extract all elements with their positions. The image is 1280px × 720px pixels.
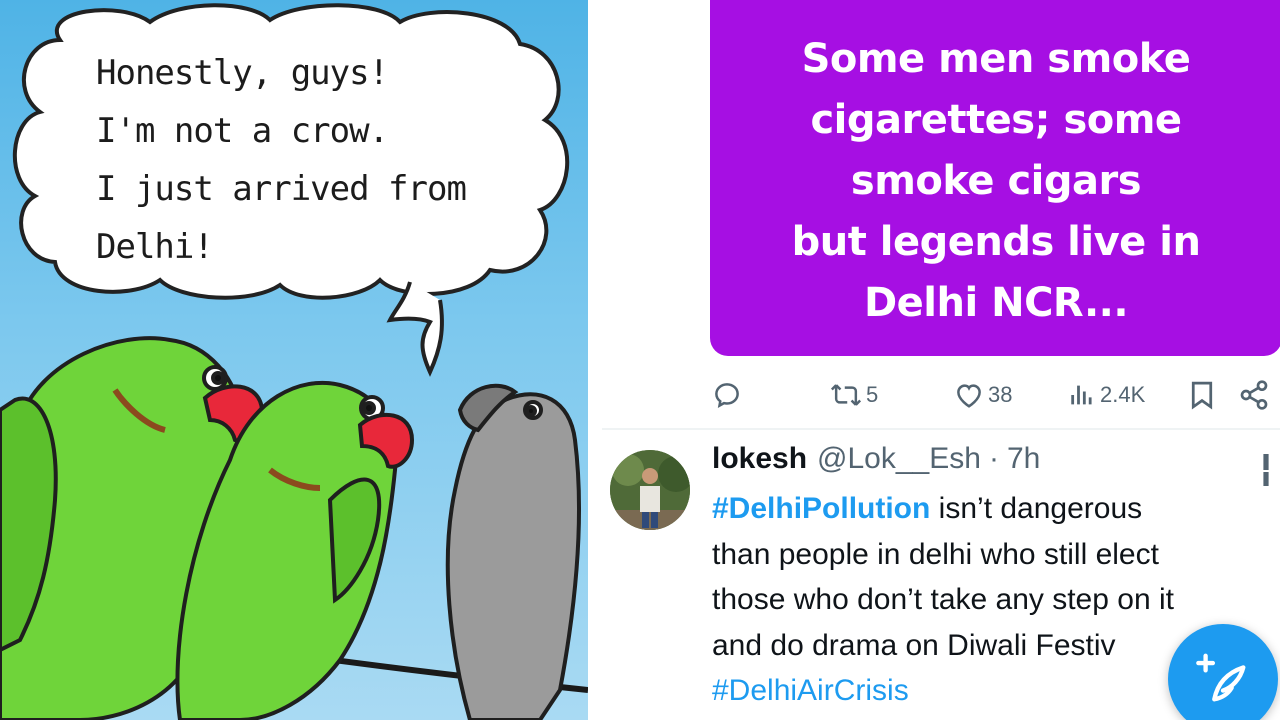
quote-line: Delhi NCR... [863, 279, 1129, 326]
avatar[interactable] [610, 450, 690, 530]
more-icon [1263, 454, 1269, 486]
tweet-line: than people in delhi who still elect [712, 537, 1159, 571]
speech-line: I just arrived from [96, 169, 467, 209]
tweet-timestamp[interactable]: 7h [1007, 442, 1040, 476]
tweet-header: lokesh @Lok__Esh · 7h [712, 442, 1040, 486]
repost-count: 5 [866, 382, 879, 407]
compose-icon [1196, 653, 1246, 702]
hashtag-delhiaircrisis[interactable]: #DelhiAirCrisis [712, 674, 909, 707]
avatar-photo [610, 450, 690, 530]
header-separator: · [988, 442, 999, 475]
speech-line: I'm not a crow. [96, 111, 389, 151]
grey-bird [445, 383, 581, 720]
bookmark-icon [1191, 381, 1213, 410]
display-name[interactable]: lokesh [712, 442, 807, 476]
speech-line: Honestly, guys! [96, 53, 389, 93]
views-button[interactable]: 2.4K [1068, 372, 1145, 418]
views-icon [1071, 385, 1092, 405]
tweet-line-text: isn’t dangerous [930, 492, 1143, 525]
twitter-feed[interactable]: Some men smoke cigarettes; some smoke ci… [602, 0, 1280, 720]
share-icon [1240, 380, 1268, 410]
bookmark-button[interactable] [1188, 372, 1216, 418]
panel-divider [588, 0, 602, 720]
repost-button[interactable]: 5 [830, 372, 878, 418]
repost-icon [830, 384, 862, 406]
user-handle[interactable]: @Lok__Esh [817, 442, 981, 476]
like-button[interactable]: 38 [954, 372, 1012, 418]
views-count: 2.4K [1100, 382, 1146, 407]
tweet-line: those who don’t take any step on it [712, 583, 1174, 616]
quote-line: cigarettes; some [810, 96, 1182, 143]
quote-line: smoke cigars [850, 157, 1142, 204]
post-action-bar: 5 38 2.4K [712, 372, 1280, 418]
hashtag-delhipollution[interactable]: #DelhiPollution [712, 492, 930, 525]
speech-line: Delhi! [96, 227, 214, 267]
reply-button[interactable] [712, 372, 742, 418]
quoted-post-image[interactable]: Some men smoke cigarettes; some smoke ci… [710, 0, 1280, 356]
quote-line: but legends live in [791, 218, 1201, 265]
like-count: 38 [988, 382, 1013, 407]
reply-icon [715, 383, 739, 408]
speech-bubble-text: Honestly, guys! I'm not a crow. I just a… [96, 44, 516, 276]
tweet-line: #DelhiPollution isn’t dangerous [712, 486, 1272, 532]
quote-line: Some men smoke [801, 35, 1191, 82]
quoted-post-text: Some men smoke cigarettes; some smoke ci… [726, 29, 1266, 334]
cartoon-image: Honestly, guys! I'm not a crow. I just a… [0, 0, 588, 720]
heart-icon [957, 384, 981, 408]
share-button[interactable] [1238, 372, 1270, 418]
